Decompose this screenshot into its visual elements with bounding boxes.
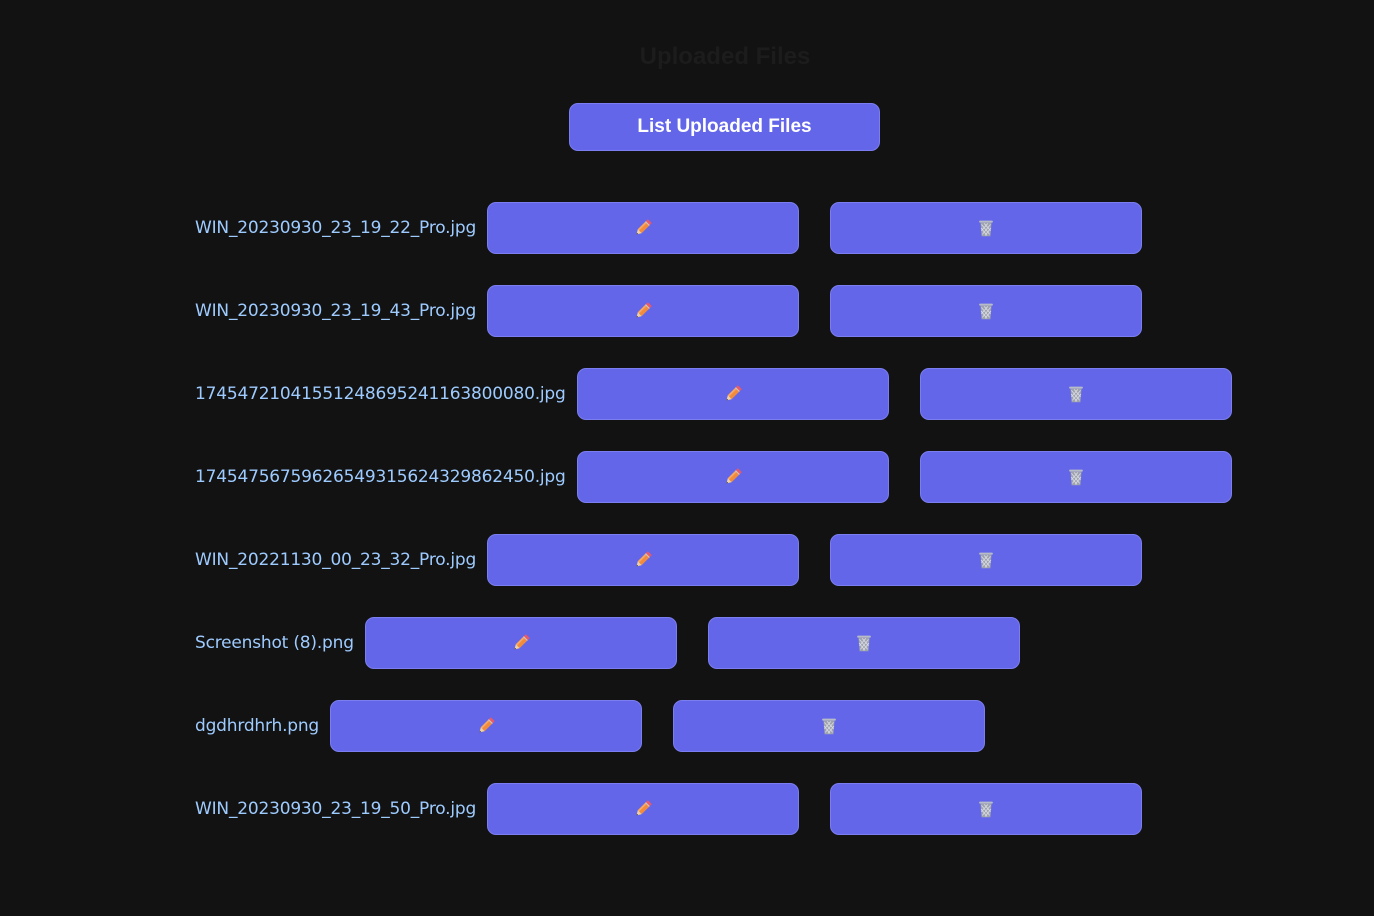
file-row: WIN_20230930_23_19_50_Pro.jpg [195, 783, 1232, 835]
pencil-icon [636, 219, 652, 235]
file-name: 17454721041551248695241163800080.jpg [195, 384, 566, 404]
edit-button[interactable] [330, 700, 643, 752]
file-row: dgdhrdhrh.png [195, 700, 1232, 752]
delete-button[interactable] [830, 783, 1143, 835]
delete-button[interactable] [707, 617, 1020, 669]
edit-button[interactable] [576, 451, 889, 503]
delete-button[interactable] [919, 451, 1232, 503]
file-name: WIN_20230930_23_19_43_Pro.jpg [195, 301, 477, 321]
file-row: WIN_20230930_23_19_43_Pro.jpg [195, 285, 1232, 337]
list-uploaded-files-button[interactable]: List Uploaded Files [569, 103, 880, 151]
wastebasket-icon [979, 303, 993, 320]
pencil-icon [479, 717, 495, 733]
wastebasket-icon [979, 552, 993, 569]
pencil-icon [726, 468, 742, 484]
pencil-icon [514, 634, 530, 650]
page: Uploaded Files List Uploaded Files WIN_2… [0, 0, 1374, 916]
pencil-icon [636, 302, 652, 318]
file-row: 17454721041551248695241163800080.jpg [195, 368, 1232, 420]
file-name: WIN_20221130_00_23_32_Pro.jpg [195, 550, 477, 570]
edit-button[interactable] [487, 202, 800, 254]
wastebasket-icon [979, 801, 993, 818]
file-name: WIN_20230930_23_19_22_Pro.jpg [195, 218, 477, 238]
wastebasket-icon [856, 635, 871, 652]
page-title: Uploaded Files [639, 43, 811, 70]
wastebasket-icon [979, 220, 993, 237]
edit-button[interactable] [487, 783, 800, 835]
delete-button[interactable] [830, 534, 1143, 586]
edit-button[interactable] [487, 285, 800, 337]
wastebasket-icon [1068, 386, 1083, 403]
file-name: dgdhrdhrh.png [195, 716, 320, 736]
file-list: WIN_20230930_23_19_22_Pro.jpg WIN_202309… [195, 202, 1232, 866]
wastebasket-icon [1068, 469, 1083, 486]
delete-button[interactable] [830, 285, 1143, 337]
pencil-icon [726, 385, 742, 401]
edit-button[interactable] [364, 617, 677, 669]
edit-button[interactable] [576, 368, 889, 420]
edit-button[interactable] [487, 534, 800, 586]
file-name: Screenshot (8).png [195, 633, 354, 653]
file-name: WIN_20230930_23_19_50_Pro.jpg [195, 799, 477, 819]
file-row: 17454756759626549315624329862450.jpg [195, 451, 1232, 503]
pencil-icon [636, 551, 652, 567]
pencil-icon [636, 800, 652, 816]
file-name: 17454756759626549315624329862450.jpg [195, 467, 566, 487]
file-row: WIN_20221130_00_23_32_Pro.jpg [195, 534, 1232, 586]
file-row: Screenshot (8).png [195, 617, 1232, 669]
delete-button[interactable] [830, 202, 1143, 254]
delete-button[interactable] [673, 700, 986, 752]
delete-button[interactable] [919, 368, 1232, 420]
wastebasket-icon [822, 718, 836, 735]
file-row: WIN_20230930_23_19_22_Pro.jpg [195, 202, 1232, 254]
